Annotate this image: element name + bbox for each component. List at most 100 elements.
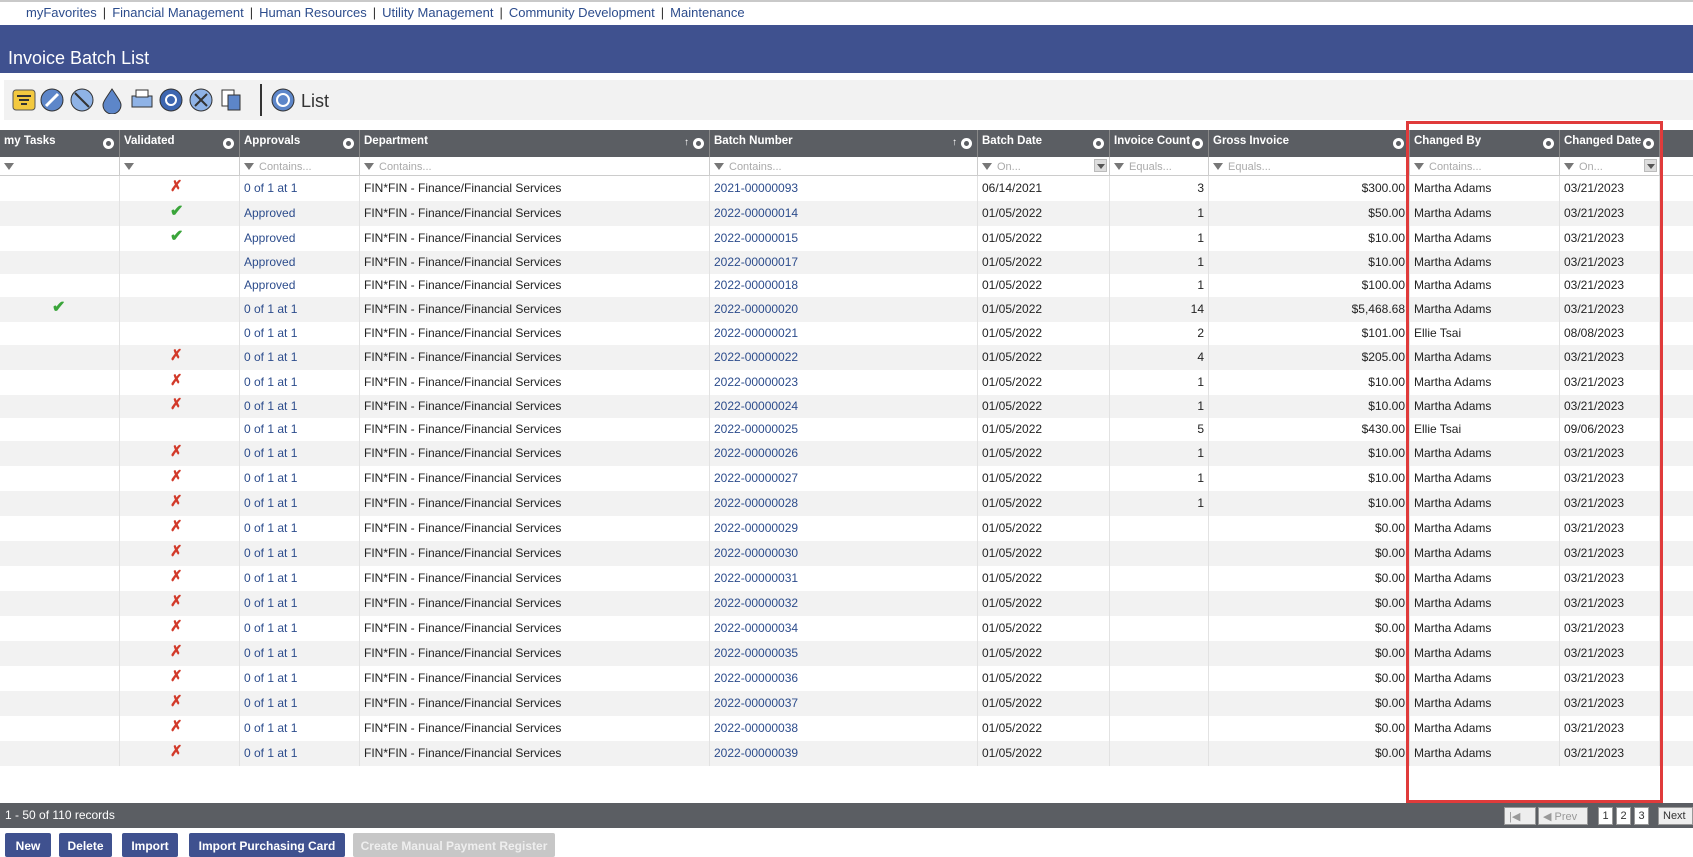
chevron-down-icon[interactable] bbox=[1094, 159, 1107, 172]
approvals-link[interactable]: 0 of 1 at 1 bbox=[240, 176, 360, 201]
batch-number-link[interactable]: 2022-00000026 bbox=[710, 441, 978, 466]
gear-icon[interactable] bbox=[103, 138, 114, 149]
nav-link-3[interactable]: Utility Management bbox=[382, 5, 493, 20]
nav-link-0[interactable]: myFavorites bbox=[26, 5, 97, 20]
batch-number-link[interactable]: 2022-00000021 bbox=[710, 322, 978, 345]
column-header-2[interactable]: Approvals bbox=[240, 130, 360, 157]
column-header-3[interactable]: Department ↑ bbox=[360, 130, 710, 157]
batch-number-link[interactable]: 2022-00000030 bbox=[710, 541, 978, 566]
approvals-link[interactable]: 0 of 1 at 1 bbox=[240, 516, 360, 541]
filter-input[interactable]: Contains... bbox=[729, 161, 782, 173]
batch-number-link[interactable]: 2022-00000017 bbox=[710, 251, 978, 274]
approvals-link[interactable]: 0 of 1 at 1 bbox=[240, 716, 360, 741]
approvals-link[interactable]: 0 of 1 at 1 bbox=[240, 641, 360, 666]
batch-number-link[interactable]: 2022-00000015 bbox=[710, 226, 978, 251]
column-header-1[interactable]: Validated bbox=[120, 130, 240, 157]
batch-number-link[interactable]: 2022-00000025 bbox=[710, 418, 978, 441]
filter-icon[interactable] bbox=[4, 163, 14, 171]
batch-number-link[interactable]: 2022-00000028 bbox=[710, 491, 978, 516]
sort-asc-icon[interactable]: ↑ bbox=[952, 137, 957, 148]
nav-link-5[interactable]: Maintenance bbox=[670, 5, 744, 20]
approvals-link[interactable]: 0 of 1 at 1 bbox=[240, 491, 360, 516]
batch-number-link[interactable]: 2022-00000031 bbox=[710, 566, 978, 591]
gear-icon[interactable] bbox=[693, 138, 704, 149]
approvals-link[interactable]: 0 of 1 at 1 bbox=[240, 566, 360, 591]
list-filter-icon[interactable] bbox=[10, 86, 38, 114]
approvals-link[interactable]: 0 of 1 at 1 bbox=[240, 345, 360, 370]
approvals-link[interactable]: Approved bbox=[240, 226, 360, 251]
batch-number-link[interactable]: 2022-00000027 bbox=[710, 466, 978, 491]
approvals-link[interactable]: 0 of 1 at 1 bbox=[240, 370, 360, 395]
sort-asc-icon[interactable]: ↑ bbox=[684, 137, 689, 148]
filter-icon[interactable] bbox=[1213, 163, 1223, 171]
import-purchasing-card-button[interactable]: Import Purchasing Card bbox=[189, 833, 345, 857]
page-3-button[interactable]: 3 bbox=[1634, 807, 1649, 825]
batch-number-link[interactable]: 2022-00000020 bbox=[710, 297, 978, 322]
approvals-link[interactable]: 0 of 1 at 1 bbox=[240, 741, 360, 766]
nav-link-1[interactable]: Financial Management bbox=[112, 5, 244, 20]
batch-number-link[interactable]: 2022-00000036 bbox=[710, 666, 978, 691]
batch-number-link[interactable]: 2022-00000034 bbox=[710, 616, 978, 641]
batch-number-link[interactable]: 2022-00000024 bbox=[710, 395, 978, 418]
approvals-link[interactable]: Approved bbox=[240, 251, 360, 274]
filter-cell-6[interactable]: Equals... bbox=[1110, 157, 1209, 176]
page-1-button[interactable]: 1 bbox=[1598, 807, 1613, 825]
approvals-link[interactable]: 0 of 1 at 1 bbox=[240, 441, 360, 466]
filter-cell-5[interactable]: On... bbox=[978, 157, 1110, 176]
batch-number-link[interactable]: 2022-00000014 bbox=[710, 201, 978, 226]
filter-icon[interactable] bbox=[244, 163, 254, 171]
gear-icon[interactable] bbox=[1393, 138, 1404, 149]
filter-icon[interactable] bbox=[982, 163, 992, 171]
view-icon[interactable] bbox=[269, 86, 297, 114]
batch-number-link[interactable]: 2022-00000038 bbox=[710, 716, 978, 741]
filter-icon[interactable] bbox=[124, 163, 134, 171]
next-page-button[interactable]: Next bbox=[1658, 807, 1693, 825]
column-header-7[interactable]: Gross Invoice bbox=[1209, 130, 1410, 157]
approvals-link[interactable]: 0 of 1 at 1 bbox=[240, 322, 360, 345]
filter-input[interactable]: Contains... bbox=[259, 161, 312, 173]
approvals-link[interactable]: 0 of 1 at 1 bbox=[240, 591, 360, 616]
filter-cell-1[interactable] bbox=[120, 157, 240, 176]
delete-button[interactable]: Delete bbox=[59, 833, 112, 857]
column-header-6[interactable]: Invoice Count bbox=[1110, 130, 1209, 157]
gear-icon[interactable] bbox=[961, 138, 972, 149]
batch-number-link[interactable]: 2022-00000022 bbox=[710, 345, 978, 370]
refresh-icon[interactable] bbox=[157, 86, 185, 114]
approvals-link[interactable]: Approved bbox=[240, 274, 360, 297]
import-button[interactable]: Import bbox=[122, 833, 178, 857]
first-page-button[interactable]: |◀ bbox=[1504, 807, 1536, 825]
column-header-0[interactable]: my Tasks bbox=[0, 130, 120, 157]
batch-number-link[interactable]: 2022-00000037 bbox=[710, 691, 978, 716]
filter-icon[interactable] bbox=[714, 163, 724, 171]
tools-icon[interactable] bbox=[187, 86, 215, 114]
filter-cell-2[interactable]: Contains... bbox=[240, 157, 360, 176]
drop-icon[interactable] bbox=[98, 86, 126, 114]
edit-icon[interactable] bbox=[38, 86, 66, 114]
gear-icon[interactable] bbox=[1192, 138, 1203, 149]
gear-icon[interactable] bbox=[223, 138, 234, 149]
approvals-link[interactable]: 0 of 1 at 1 bbox=[240, 666, 360, 691]
approvals-link[interactable]: 0 of 1 at 1 bbox=[240, 541, 360, 566]
nav-link-4[interactable]: Community Development bbox=[509, 5, 655, 20]
batch-number-link[interactable]: 2022-00000032 bbox=[710, 591, 978, 616]
new-button[interactable]: New bbox=[5, 833, 51, 857]
create-manual-payment-register-button[interactable]: Create Manual Payment Register bbox=[353, 833, 555, 857]
filter-icon[interactable] bbox=[364, 163, 374, 171]
batch-number-link[interactable]: 2022-00000029 bbox=[710, 516, 978, 541]
approvals-link[interactable]: 0 of 1 at 1 bbox=[240, 418, 360, 441]
gear-icon[interactable] bbox=[343, 138, 354, 149]
approvals-link[interactable]: 0 of 1 at 1 bbox=[240, 691, 360, 716]
approvals-link[interactable]: Approved bbox=[240, 201, 360, 226]
filter-cell-7[interactable]: Equals... bbox=[1209, 157, 1410, 176]
report-icon[interactable] bbox=[217, 86, 245, 114]
filter-input[interactable]: Equals... bbox=[1129, 161, 1172, 173]
filter-input[interactable]: Contains... bbox=[379, 161, 432, 173]
batch-number-link[interactable]: 2022-00000035 bbox=[710, 641, 978, 666]
batch-number-link[interactable]: 2022-00000039 bbox=[710, 741, 978, 766]
column-header-4[interactable]: Batch Number ↑ bbox=[710, 130, 978, 157]
filter-icon[interactable] bbox=[1114, 163, 1124, 171]
approvals-link[interactable]: 0 of 1 at 1 bbox=[240, 466, 360, 491]
filter-input[interactable]: Equals... bbox=[1228, 161, 1271, 173]
filter-input[interactable]: On... bbox=[997, 161, 1021, 173]
filter-cell-0[interactable] bbox=[0, 157, 120, 176]
